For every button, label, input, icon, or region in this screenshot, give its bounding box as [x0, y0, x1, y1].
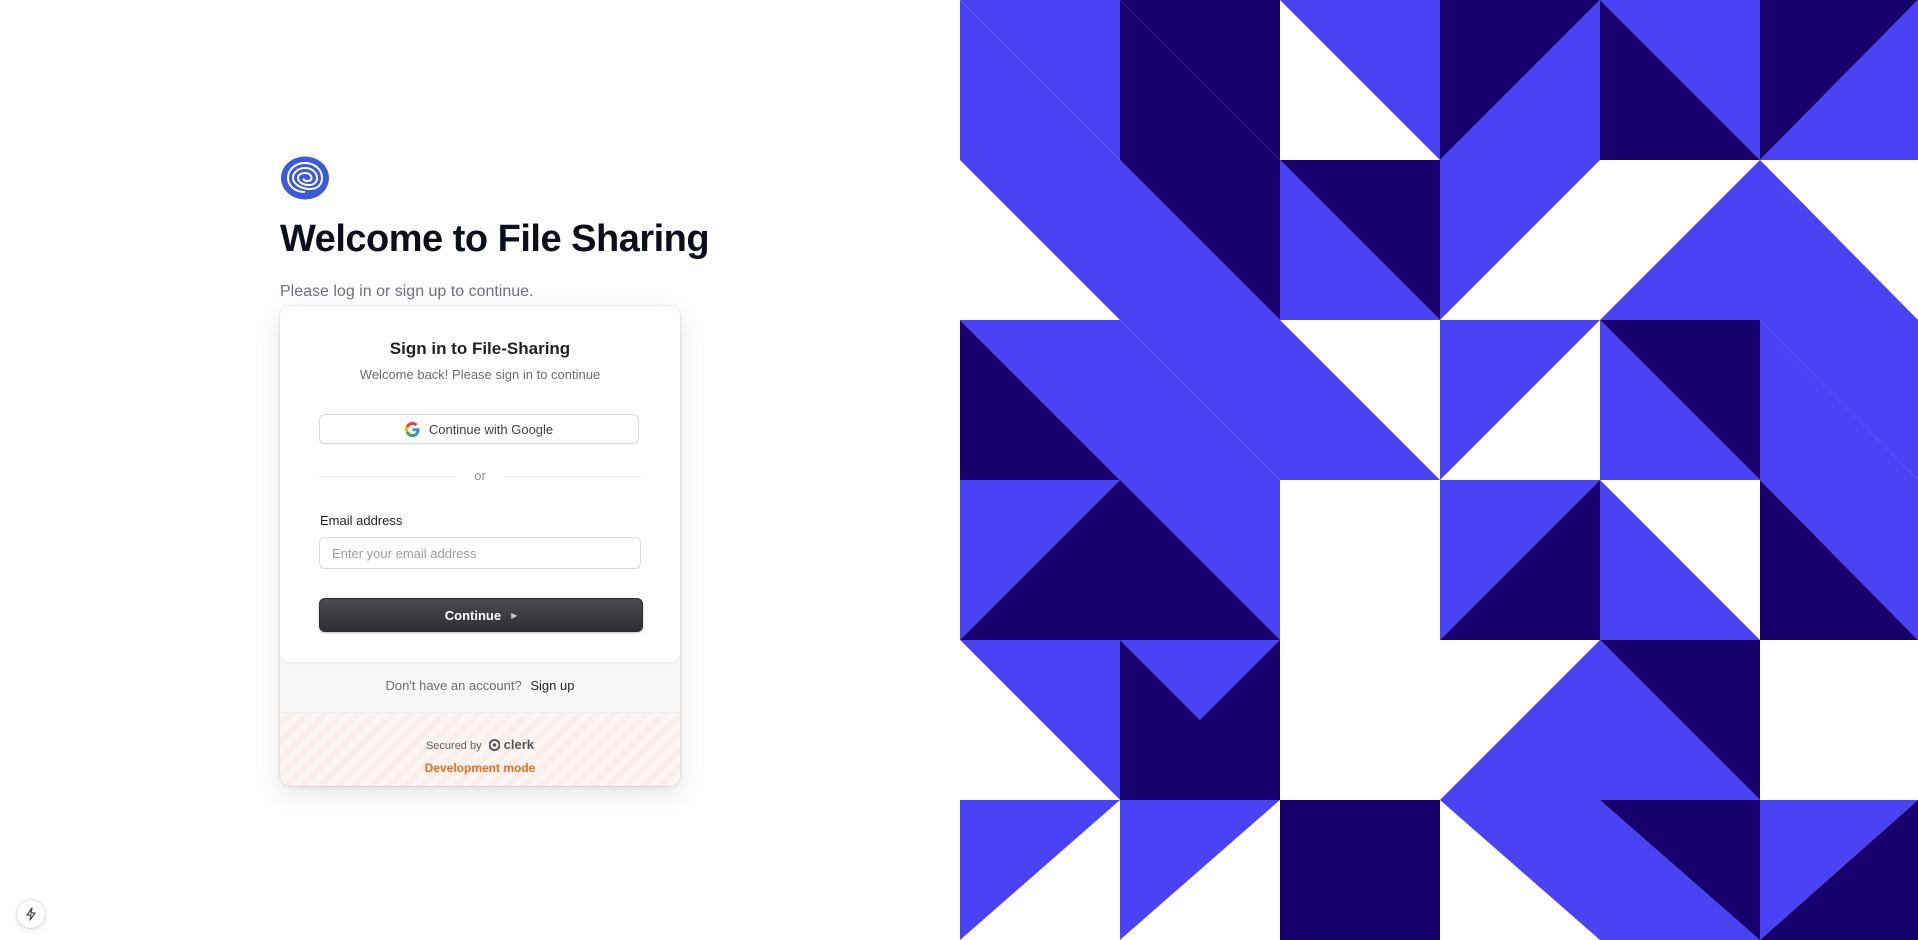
email-label: Email address	[320, 513, 403, 528]
page-title: Welcome to File Sharing	[280, 218, 710, 260]
no-account-text: Don't have an account?	[385, 678, 522, 693]
email-field[interactable]	[319, 537, 641, 569]
continue-button-label: Continue	[444, 607, 502, 623]
continue-with-google-button[interactable]: Continue with Google	[319, 414, 639, 444]
dev-tools-button[interactable]	[17, 900, 45, 928]
clerk-brand[interactable]: clerk	[504, 737, 534, 752]
geometric-pattern-image	[960, 0, 1918, 940]
development-mode-label: Development mode	[424, 761, 536, 775]
sign-in-card: Sign in to File-Sharing Welcome back! Pl…	[280, 306, 680, 786]
sign-in-card-main: Sign in to File-Sharing Welcome back! Pl…	[280, 306, 680, 663]
card-footer: Secured by clerk Development mode	[280, 712, 680, 786]
secured-by-row: Secured by clerk	[280, 737, 680, 752]
page-subtitle: Please log in or sign up to continue.	[280, 283, 534, 300]
sign-up-link[interactable]: Sign up	[530, 678, 574, 693]
google-button-label: Continue with Google	[428, 421, 554, 437]
card-title: Sign in to File-Sharing	[389, 339, 571, 358]
play-caret-icon: ▶	[511, 610, 518, 620]
card-subtitle: Welcome back! Please sign in to continue	[359, 367, 601, 382]
clerk-icon	[488, 739, 500, 751]
secured-by-text: Secured by	[425, 740, 482, 752]
continue-button[interactable]: Continue ▶	[319, 598, 643, 632]
google-icon	[404, 421, 420, 437]
or-divider: or	[319, 468, 641, 484]
spiral-logo-icon	[281, 156, 329, 200]
divider-line-right	[504, 476, 641, 477]
signup-row: Don't have an account? Sign up	[280, 678, 680, 693]
left-panel: Welcome to File Sharing Please log in or…	[0, 0, 960, 940]
bolt-icon	[26, 907, 36, 921]
